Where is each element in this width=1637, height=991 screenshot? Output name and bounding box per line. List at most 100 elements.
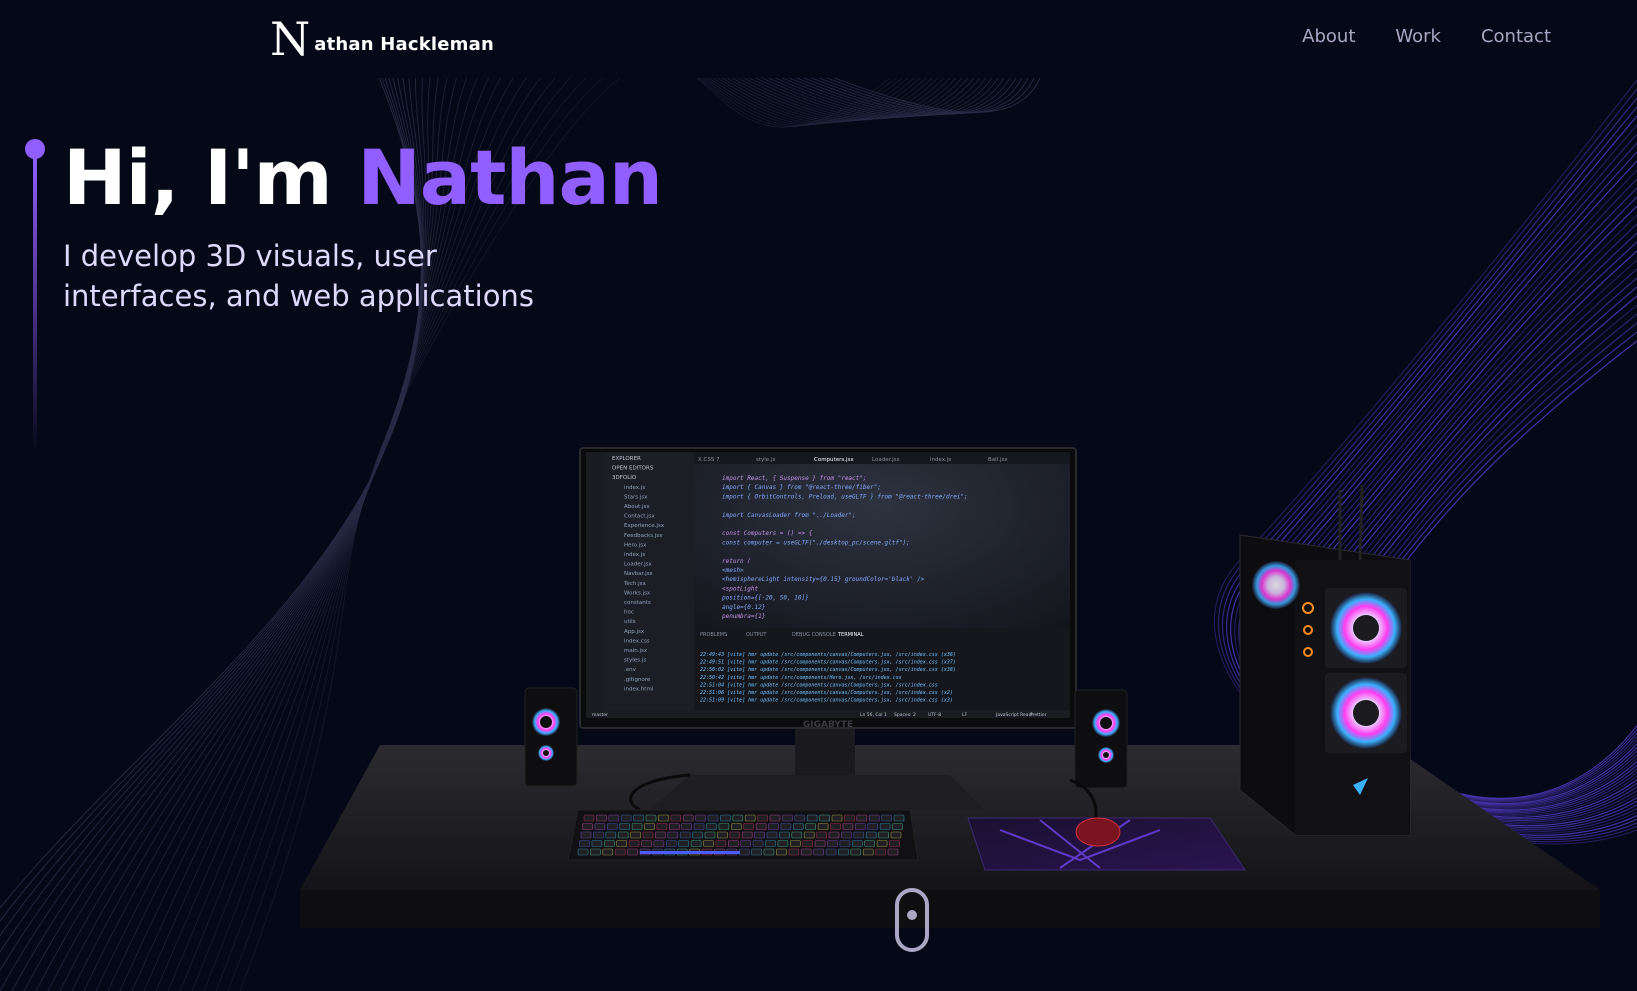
code-line: return (	[722, 558, 751, 565]
explorer-file: Works.jsx	[624, 590, 651, 596]
keyboard-key	[682, 814, 694, 822]
keyboard-key	[707, 814, 719, 822]
keyboard-key	[633, 814, 644, 822]
keyboard-key	[817, 823, 829, 830]
status-item: Prettier	[1030, 712, 1047, 718]
keyboard-key	[690, 840, 702, 847]
keyboard-key	[668, 823, 680, 830]
explorer-file: hoc	[624, 610, 634, 616]
keyboard-key	[769, 814, 781, 822]
keyboard-key	[868, 814, 880, 822]
code-line: <spotLight	[722, 585, 759, 592]
keyboard-key	[887, 848, 899, 856]
keyboard-key	[695, 814, 706, 822]
scroll-down-indicator[interactable]	[895, 888, 929, 952]
keyboard-key	[788, 848, 800, 856]
nav-link-contact[interactable]: Contact	[1481, 26, 1551, 47]
keyboard-key	[653, 840, 665, 847]
keyboard-key	[789, 840, 801, 847]
explorer-file: About.jsx	[624, 504, 650, 510]
keyboard-key	[605, 831, 617, 839]
terminal-line: 22:50:42 [vite] hmr update /src/componen…	[700, 675, 902, 681]
keyboard-key	[819, 814, 830, 822]
nav-link-work[interactable]: Work	[1395, 26, 1441, 47]
keyboard-key	[865, 831, 877, 839]
keyboard-key	[727, 840, 739, 847]
keyboard-key	[825, 848, 837, 856]
keyboard-key	[579, 840, 590, 847]
keyboard-glow	[640, 851, 740, 854]
keyboard-key	[755, 823, 767, 830]
scroll-dot	[907, 910, 917, 920]
keyboard-key	[827, 840, 838, 847]
keyboard-key	[743, 823, 755, 830]
keyboard-key	[780, 823, 792, 830]
terminal-tab: OUTPUT	[746, 632, 767, 638]
monitor-brand: GIGABYTE	[803, 720, 853, 730]
terminal-line: 22:49:43 [vite] hmr update /src/componen…	[700, 652, 956, 658]
keyboard-key	[670, 814, 682, 822]
code-line: import { Canvas } from "@react-three/fib…	[722, 484, 881, 491]
keyboard-key	[616, 840, 628, 847]
hero-title-prefix: Hi, I'm	[63, 133, 333, 222]
keyboard-key	[703, 840, 714, 847]
keyboard-key	[757, 814, 768, 822]
explorer-file: 3DFOLIO	[612, 475, 637, 481]
code-line: import { OrbitControls, Preload, useGLTF…	[722, 493, 968, 500]
code-line: const computer = useGLTF("./desktop_pc/s…	[722, 539, 910, 546]
keyboard-key	[628, 840, 640, 847]
keyboard-key	[606, 823, 618, 830]
terminal-line: 22:51:04 [vite] hmr update /src/componen…	[700, 682, 938, 688]
keyboard-key	[853, 831, 865, 839]
keyboard-key	[879, 823, 891, 830]
keyboard-key	[766, 831, 778, 839]
keyboard-key	[655, 831, 666, 839]
keyboard-key	[644, 823, 655, 830]
editor-tab: Computers.jsx	[814, 457, 854, 463]
keyboard-key	[679, 831, 691, 839]
logo[interactable]: N athan Hackleman	[270, 14, 494, 64]
status-item: Spaces: 2	[894, 712, 916, 718]
keyboard-key	[641, 840, 652, 847]
explorer-file: styles.js	[624, 658, 646, 664]
explorer-file: Feedbacks.jsx	[624, 533, 663, 539]
keyboard-key	[890, 831, 902, 839]
terminal-line: 22:51:09 [vite] hmr update /src/componen…	[700, 698, 953, 704]
keyboard-key	[678, 840, 690, 847]
keyboard-key	[831, 814, 843, 822]
terminal-tab: PROBLEMS	[700, 632, 727, 638]
editor-tab: Loader.jsx	[872, 457, 900, 463]
keyboard-key	[805, 823, 817, 830]
keyboard-key	[741, 831, 753, 839]
monitor-screen: EXPLORER OPEN EDITORS 3DFOLIO index.js Stars…	[586, 452, 1070, 718]
keyboard-key	[802, 840, 814, 847]
code-line: <mesh>	[722, 567, 744, 574]
code-line: const Computers = () => {	[722, 530, 813, 537]
keyboard-key	[593, 831, 604, 839]
keyboard-key	[582, 823, 593, 830]
keyboard-key	[814, 840, 826, 847]
keyboard-key	[704, 831, 716, 839]
desk-front	[300, 890, 1600, 928]
keyboard-key	[800, 848, 812, 856]
keyboard-key	[619, 823, 631, 830]
keyboard-key	[862, 848, 874, 856]
explorer-file: main.jsx	[624, 648, 648, 654]
terminal-tab: DEBUG CONSOLE	[792, 632, 836, 638]
keyboard-key	[813, 848, 824, 856]
keyboard-key	[656, 823, 668, 830]
keyboard-key	[596, 814, 607, 822]
pc-tower	[1239, 484, 1411, 836]
keyboard-key	[577, 848, 589, 856]
keyboard-key	[794, 814, 806, 822]
keyboard-key	[642, 831, 654, 839]
keyboard-key	[828, 831, 840, 839]
keyboard-key	[776, 848, 787, 856]
keyboard-key	[892, 823, 903, 830]
code-line: import CanvasLoader from "../Loader";	[722, 512, 856, 519]
keyboard-key	[591, 840, 603, 847]
terminal-line: 22:51:06 [vite] hmr update /src/componen…	[700, 690, 953, 696]
keyboard-key	[881, 814, 892, 822]
keyboard-key	[720, 814, 731, 822]
nav-link-about[interactable]: About	[1302, 26, 1355, 47]
